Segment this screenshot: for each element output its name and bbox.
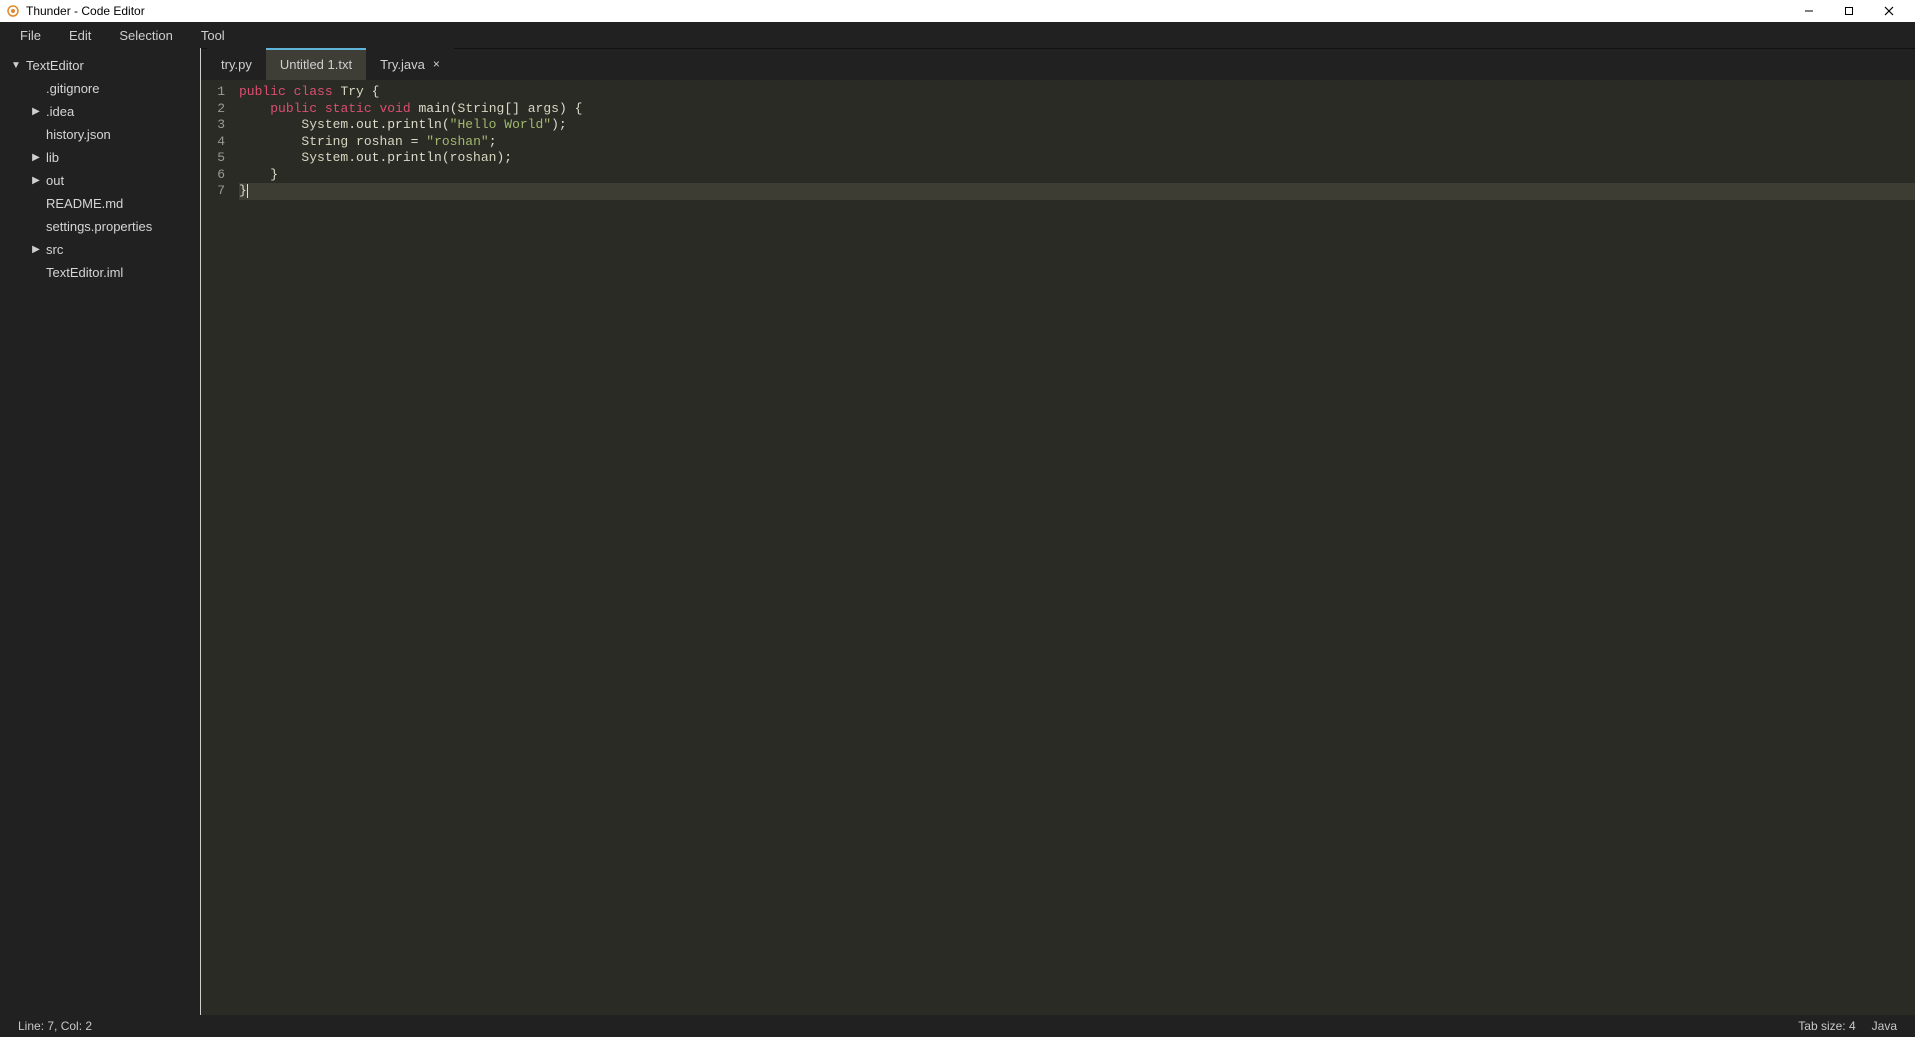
tab-label: Untitled 1.txt bbox=[280, 57, 352, 72]
code-line: System.out.println("Hello World"); bbox=[239, 117, 567, 132]
line-number: 5 bbox=[201, 150, 225, 167]
chevron-right-icon: ▶ bbox=[28, 152, 44, 163]
tree-root[interactable]: ▼ TextEditor bbox=[0, 54, 200, 77]
code-line: } bbox=[239, 167, 278, 182]
text-caret bbox=[247, 184, 248, 198]
tree-root-label: TextEditor bbox=[24, 58, 84, 73]
tab[interactable]: Untitled 1.txt bbox=[266, 48, 366, 80]
tab-label: Try.java bbox=[380, 57, 425, 72]
tab-label: try.py bbox=[221, 57, 252, 72]
close-button[interactable] bbox=[1869, 0, 1909, 22]
tree-item[interactable]: README.md bbox=[0, 192, 200, 215]
tree-item[interactable]: ▶lib bbox=[0, 146, 200, 169]
status-position[interactable]: Line: 7, Col: 2 bbox=[10, 1019, 100, 1033]
tree-item-label: TextEditor.iml bbox=[44, 265, 123, 280]
line-number: 7 bbox=[201, 183, 225, 200]
statusbar: Line: 7, Col: 2 Tab size: 4 Java bbox=[0, 1015, 1915, 1037]
menu-selection[interactable]: Selection bbox=[105, 24, 186, 47]
close-icon[interactable]: × bbox=[433, 57, 440, 71]
tree-item-label: history.json bbox=[44, 127, 111, 142]
window-title: Thunder - Code Editor bbox=[26, 4, 145, 18]
tree-item[interactable]: ▶src bbox=[0, 238, 200, 261]
chevron-right-icon: ▶ bbox=[28, 244, 44, 255]
minimize-button[interactable] bbox=[1789, 0, 1829, 22]
chevron-down-icon: ▼ bbox=[8, 60, 24, 71]
tab-bar: try.py Untitled 1.txt Try.java × bbox=[201, 48, 1915, 80]
line-number: 3 bbox=[201, 117, 225, 134]
tree-item[interactable]: TextEditor.iml bbox=[0, 261, 200, 284]
tree-item[interactable]: history.json bbox=[0, 123, 200, 146]
menu-tool[interactable]: Tool bbox=[187, 24, 239, 47]
line-number: 4 bbox=[201, 134, 225, 151]
tab[interactable]: try.py bbox=[207, 48, 266, 80]
tree-item-label: out bbox=[44, 173, 64, 188]
chevron-right-icon: ▶ bbox=[28, 175, 44, 186]
tree-item[interactable]: ▶out bbox=[0, 169, 200, 192]
code-line: public class Try { bbox=[239, 84, 379, 99]
app-icon bbox=[6, 4, 20, 18]
tab[interactable]: Try.java × bbox=[366, 48, 454, 80]
line-number: 1 bbox=[201, 84, 225, 101]
menubar: FileEditSelectionTool bbox=[0, 22, 1915, 48]
code-area[interactable]: public class Try { public static void ma… bbox=[233, 80, 1915, 1015]
menu-edit[interactable]: Edit bbox=[55, 24, 105, 47]
maximize-button[interactable] bbox=[1829, 0, 1869, 22]
chevron-right-icon: ▶ bbox=[28, 106, 44, 117]
menu-file[interactable]: File bbox=[6, 24, 55, 47]
code-line: System.out.println(roshan); bbox=[239, 150, 512, 165]
status-language[interactable]: Java bbox=[1864, 1019, 1905, 1033]
tree-item[interactable]: ▶.idea bbox=[0, 100, 200, 123]
line-number: 6 bbox=[201, 167, 225, 184]
tree-item-label: README.md bbox=[44, 196, 123, 211]
file-explorer: ▼ TextEditor .gitignore▶.ideahistory.jso… bbox=[0, 48, 200, 1015]
status-tabsize[interactable]: Tab size: 4 bbox=[1790, 1019, 1863, 1033]
tree-item-label: settings.properties bbox=[44, 219, 152, 234]
code-editor[interactable]: 1234567 public class Try { public static… bbox=[201, 80, 1915, 1015]
tree-item-label: .idea bbox=[44, 104, 74, 119]
code-line: } bbox=[239, 183, 1915, 200]
line-gutter: 1234567 bbox=[201, 80, 233, 1015]
tree-item-label: .gitignore bbox=[44, 81, 99, 96]
code-line: String roshan = "roshan"; bbox=[239, 134, 497, 149]
tree-item-label: lib bbox=[44, 150, 59, 165]
titlebar: Thunder - Code Editor bbox=[0, 0, 1915, 22]
tree-item[interactable]: .gitignore bbox=[0, 77, 200, 100]
tree-item[interactable]: settings.properties bbox=[0, 215, 200, 238]
line-number: 2 bbox=[201, 101, 225, 118]
tree-item-label: src bbox=[44, 242, 63, 257]
code-line: public static void main(String[] args) { bbox=[239, 101, 582, 116]
